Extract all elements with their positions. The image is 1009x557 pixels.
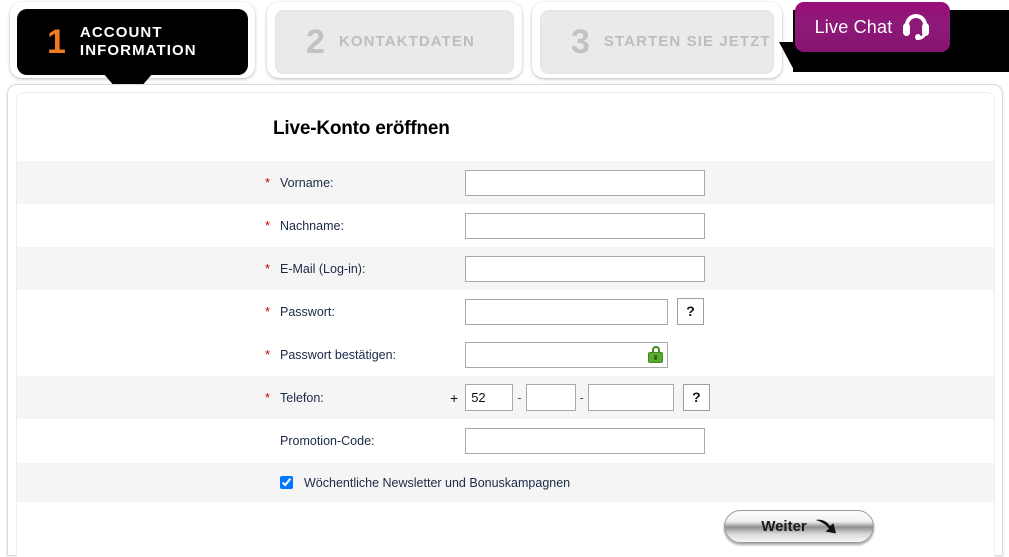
label-nachname: Nachname: bbox=[280, 218, 344, 233]
weiter-button-label: Weiter bbox=[761, 518, 807, 535]
control-telefon: + - - ? bbox=[450, 384, 710, 411]
required-marker-passwort: * bbox=[265, 304, 271, 319]
weiter-button[interactable]: Weiter bbox=[724, 510, 874, 543]
live-chat-button[interactable]: Live Chat bbox=[795, 2, 950, 52]
nachname-input[interactable] bbox=[465, 212, 705, 239]
passwort-bestaetigen-input[interactable] bbox=[465, 341, 668, 368]
vorname-input[interactable] bbox=[465, 169, 705, 196]
step-tab-1-inner: 1 ACCOUNT INFORMATION bbox=[17, 9, 248, 75]
step-tab-3-inner: 3 STARTEN SIE JETZT bbox=[540, 10, 774, 74]
label-passwort: Passwort: bbox=[280, 304, 335, 319]
step-tab-1-label: ACCOUNT INFORMATION bbox=[80, 24, 197, 59]
phone-separator-1: - bbox=[517, 390, 522, 405]
form-row-nachname: * Nachname: bbox=[17, 204, 994, 247]
live-chat-label: Live Chat bbox=[814, 16, 893, 37]
label-passwort-bestaetigen: Passwort bestätigen: bbox=[280, 347, 397, 362]
headset-icon bbox=[902, 14, 930, 40]
form-row-passwort-bestaetigen: * Passwort bestätigen: bbox=[17, 333, 994, 376]
required-marker-vorname: * bbox=[265, 175, 271, 190]
phone-country-code-input[interactable] bbox=[465, 384, 514, 411]
required-marker-nachname: * bbox=[265, 218, 271, 233]
form-row-newsletter: Wöchentliche Newsletter und Bonuskampagn… bbox=[17, 463, 994, 502]
registration-form: * Vorname: * Nachname: * E-Mail (Log-in)… bbox=[17, 161, 994, 552]
registration-panel: Live-Konto eröffnen * Vorname: * Nachnam… bbox=[7, 84, 1003, 557]
form-row-email: * E-Mail (Log-in): bbox=[17, 247, 994, 290]
registration-panel-inner: Live-Konto eröffnen * Vorname: * Nachnam… bbox=[16, 92, 995, 557]
registration-page: 1 ACCOUNT INFORMATION 2 KONTAKTDATEN 3 S… bbox=[0, 0, 1009, 557]
form-row-telefon: * Telefon: + - - ? bbox=[17, 376, 994, 419]
step-tab-3-label: STARTEN SIE JETZT bbox=[603, 33, 771, 51]
phone-area-code-input[interactable] bbox=[525, 384, 576, 411]
control-promotion-code bbox=[465, 428, 705, 454]
form-row-vorname: * Vorname: bbox=[17, 161, 994, 204]
control-vorname bbox=[465, 169, 705, 196]
phone-plus-symbol: + bbox=[450, 389, 459, 406]
telefon-help-button[interactable]: ? bbox=[682, 384, 710, 411]
form-row-passwort: * Passwort: ? bbox=[17, 290, 994, 333]
required-marker-passwort-bestaetigen: * bbox=[265, 347, 271, 362]
step-tab-2-number: 2 bbox=[306, 23, 325, 61]
step-tab-1[interactable]: 1 ACCOUNT INFORMATION bbox=[10, 2, 255, 78]
form-row-submit: Weiter bbox=[17, 502, 994, 552]
step-tab-2[interactable]: 2 KONTAKTDATEN bbox=[267, 2, 522, 78]
promotion-code-input[interactable] bbox=[465, 428, 705, 454]
phone-number-input[interactable] bbox=[587, 384, 674, 411]
step-tab-1-label-line2: INFORMATION bbox=[79, 42, 197, 59]
control-passwort-bestaetigen bbox=[465, 341, 668, 368]
newsletter-label: Wöchentliche Newsletter und Bonuskampagn… bbox=[304, 475, 571, 490]
step-tab-3[interactable]: 3 STARTEN SIE JETZT bbox=[532, 2, 782, 78]
passwort-input[interactable] bbox=[465, 298, 668, 325]
label-email: E-Mail (Log-in): bbox=[280, 261, 366, 276]
step-tab-3-number: 3 bbox=[571, 23, 590, 61]
label-telefon: Telefon: bbox=[280, 390, 324, 405]
control-passwort: ? bbox=[465, 298, 704, 325]
phone-separator-2: - bbox=[579, 390, 584, 405]
control-nachname bbox=[465, 212, 705, 239]
page-title: Live-Konto eröffnen bbox=[273, 118, 450, 139]
step-tab-2-inner: 2 KONTAKTDATEN bbox=[275, 10, 514, 74]
label-promotion-code: Promotion-Code: bbox=[280, 434, 375, 448]
form-row-promotion-code: Promotion-Code: bbox=[17, 419, 994, 463]
email-input[interactable] bbox=[465, 255, 705, 282]
step-tab-1-label-line1: ACCOUNT bbox=[79, 24, 163, 42]
label-vorname: Vorname: bbox=[280, 175, 334, 190]
required-marker-telefon: * bbox=[265, 390, 271, 405]
passwort-help-button[interactable]: ? bbox=[677, 298, 704, 325]
newsletter-checkbox[interactable] bbox=[280, 476, 293, 489]
step-tab-2-label: KONTAKTDATEN bbox=[338, 33, 475, 51]
control-email bbox=[465, 255, 705, 282]
required-marker-email: * bbox=[265, 261, 271, 276]
step-tab-1-number: 1 bbox=[47, 23, 66, 61]
arrow-right-curved-icon bbox=[815, 519, 837, 535]
